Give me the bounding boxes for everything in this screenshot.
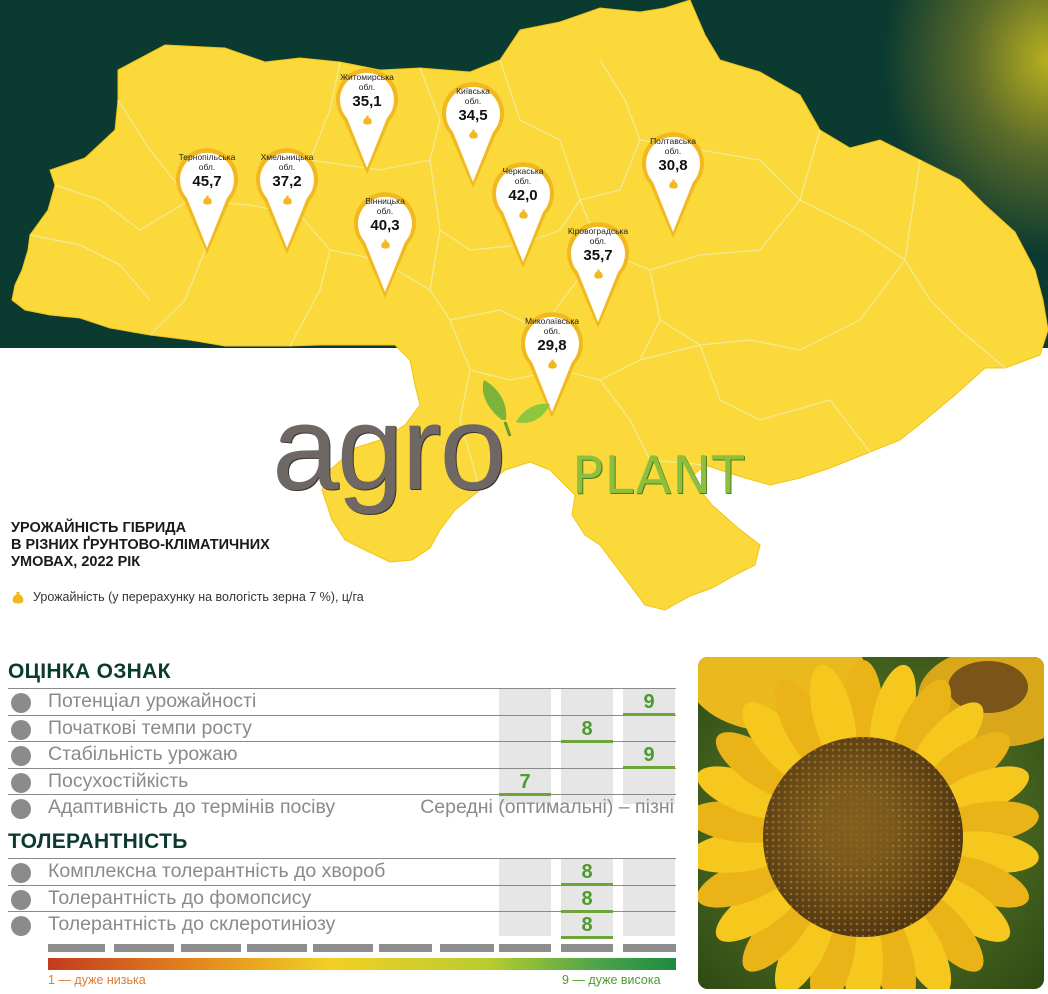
trait-score: 9 <box>623 742 675 769</box>
disease-tolerance-icon <box>11 863 31 883</box>
region-yield: 35,1 <box>352 93 382 110</box>
trait-text-value: Середні (оптимальні) – пізні <box>420 796 674 818</box>
tolerance-title: ТОЛЕРАНТНІСТЬ <box>8 830 188 853</box>
region-name: Хмельницька обл. <box>260 152 314 172</box>
trait-score: 9 <box>623 689 675 716</box>
region-yield: 30,8 <box>658 157 688 174</box>
trait-score: 8 <box>561 886 613 913</box>
seed-bag-icon <box>380 238 391 249</box>
region-name: Кіровоградська обл. <box>567 226 629 246</box>
drought-tolerance-icon <box>11 772 31 793</box>
region-name: Полтавська обл. <box>650 136 696 156</box>
region-yield: 34,5 <box>458 107 488 124</box>
region-pin: Вінницька обл. 40,3 <box>350 182 420 300</box>
seed-bag-icon <box>547 358 558 369</box>
scale-high-label: 9 — дуже висока <box>562 973 661 987</box>
region-yield: 40,3 <box>370 217 400 234</box>
trait-label: Адаптивність до термінів посіву <box>48 796 336 818</box>
trait-row: Стабільність урожаю <box>8 741 676 769</box>
caption-line: УРОЖАЙНІСТЬ ГІБРИДА <box>11 520 187 536</box>
yield-stability-icon <box>11 746 31 766</box>
region-name: Черкаська обл. <box>502 166 544 186</box>
scale-segment <box>114 944 174 952</box>
seed-bag-icon <box>12 592 24 604</box>
scale-segment <box>313 944 373 952</box>
scale-low-label: 1 — дуже низька <box>48 973 146 987</box>
trait-label: Посухостійкість <box>48 769 189 792</box>
scale-segment <box>379 944 432 952</box>
region-pin: Житомирська обл. 35,1 <box>332 58 402 176</box>
trait-score: 8 <box>561 912 613 939</box>
trait-label: Комплексна толерантність до хвороб <box>48 860 386 882</box>
region-name: Київська обл. <box>456 86 490 106</box>
early-growth-icon <box>11 719 31 740</box>
logo-leaf-right <box>516 403 550 424</box>
scale-segment <box>48 944 105 952</box>
seed-bag-icon <box>282 194 293 205</box>
region-name: Тернопільська обл. <box>178 152 236 172</box>
traits-title: ОЦІНКА ОЗНАК <box>8 660 171 683</box>
seed-bag-icon <box>518 208 529 219</box>
sclerotinia-tolerance-icon <box>11 916 31 936</box>
agroplant-logo: agro PLANT <box>272 378 792 528</box>
region-name: Житомирська обл. <box>340 72 394 92</box>
trait-label: Початкові темпи росту <box>48 716 252 739</box>
trait-row: Посухостійкість <box>8 767 676 796</box>
seed-bag-icon <box>593 268 604 279</box>
region-name: Вінницька обл. <box>365 196 405 216</box>
trait-label: Стабільність урожаю <box>48 743 238 765</box>
trait-score: 8 <box>561 716 613 743</box>
scale-segment <box>499 944 551 952</box>
legend-text: Урожайність (у перерахунку на вологість … <box>33 590 364 604</box>
sowing-adaptivity-icon <box>11 799 31 819</box>
trait-label: Толерантність до фомопсису <box>48 886 312 909</box>
scale-segment <box>181 944 241 952</box>
region-name: Миколаївська обл. <box>525 316 579 336</box>
region-yield: 29,8 <box>537 337 567 354</box>
trait-row: Адаптивність до термінів посіву Середні (… <box>8 794 676 822</box>
region-yield: 37,2 <box>272 173 302 190</box>
region-yield: 45,7 <box>192 173 222 190</box>
yield-potential-icon <box>11 693 31 713</box>
trait-score: 7 <box>499 769 551 796</box>
region-yield: 35,7 <box>583 247 613 264</box>
map-legend: Урожайність (у перерахунку на вологість … <box>11 590 364 604</box>
map-caption: УРОЖАЙНІСТЬ ГІБРИДА В РІЗНИХ ҐРУНТОВО-КЛ… <box>11 520 270 571</box>
logo-word-plant: PLANT <box>572 446 745 506</box>
region-yield: 42,0 <box>508 187 538 204</box>
scale-segment <box>561 944 613 952</box>
seed-bag-icon <box>202 194 213 205</box>
region-pin: Тернопільська обл. 45,7 <box>172 138 242 256</box>
trait-score: 8 <box>561 859 613 886</box>
trait-row: Потенціал урожайності <box>8 688 676 716</box>
trait-label: Толерантність до склеротиніозу <box>48 913 336 935</box>
logo-word-agro: agro <box>272 381 506 515</box>
caption-line: В РІЗНИХ ҐРУНТОВО-КЛІМАТИЧНИХ <box>11 537 270 553</box>
trait-label: Потенціал урожайності <box>48 690 257 712</box>
region-pin: Полтавська обл. 30,8 <box>638 122 708 240</box>
scale-segment <box>247 944 307 952</box>
seed-bag-icon <box>668 178 679 189</box>
scale-segment <box>440 944 494 952</box>
sunflower-photo <box>698 657 1044 989</box>
region-pin: Хмельницька обл. 37,2 <box>252 138 322 256</box>
scale-gradient <box>48 958 676 970</box>
seed-bag-icon <box>468 128 479 139</box>
scale-segment <box>623 944 676 952</box>
region-pin: Черкаська обл. 42,0 <box>488 152 558 270</box>
phomopsis-tolerance-icon <box>11 889 31 910</box>
caption-line: УМОВАХ, 2022 РІК <box>11 554 141 570</box>
seed-bag-icon <box>362 114 373 125</box>
